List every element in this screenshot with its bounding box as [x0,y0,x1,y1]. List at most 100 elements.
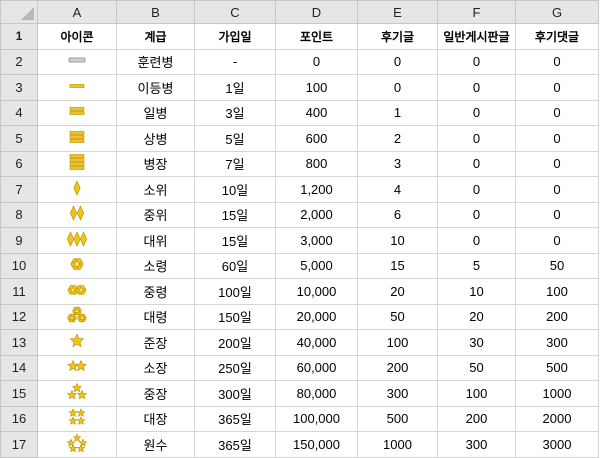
cell-title-review-comments[interactable]: 후기댓글 [515,23,599,50]
row-number[interactable]: 4 [0,99,38,126]
cell-join-days[interactable]: 200일 [194,329,276,356]
cell-rank[interactable]: 상병 [116,125,195,152]
cell-title-general-posts[interactable]: 일반게시판글 [437,23,516,50]
cell-icon[interactable] [37,125,117,152]
cell-review-comments[interactable]: 0 [515,125,599,152]
cell-join-days[interactable]: 3일 [194,99,276,126]
column-header-f[interactable]: F [437,0,516,24]
cell-title-icon[interactable]: 아이콘 [37,23,117,50]
cell-general-posts[interactable]: 300 [437,431,516,458]
cell-general-posts[interactable]: 200 [437,405,516,432]
cell-points[interactable]: 600 [275,125,358,152]
cell-points[interactable]: 40,000 [275,329,358,356]
cell-join-days[interactable]: 250일 [194,354,276,381]
cell-points[interactable]: 100 [275,74,358,101]
cell-icon[interactable] [37,74,117,101]
cell-points[interactable]: 100,000 [275,405,358,432]
cell-review-posts[interactable]: 6 [357,201,438,228]
cell-general-posts[interactable]: 0 [437,125,516,152]
cell-rank[interactable]: 이등병 [116,74,195,101]
cell-review-posts[interactable]: 50 [357,303,438,330]
cell-rank[interactable]: 훈련병 [116,48,195,75]
cell-icon[interactable] [37,99,117,126]
cell-review-comments[interactable]: 0 [515,48,599,75]
cell-icon[interactable] [37,176,117,203]
column-header-b[interactable]: B [116,0,195,24]
cell-join-days[interactable]: - [194,48,276,75]
cell-general-posts[interactable]: 0 [437,201,516,228]
cell-icon[interactable] [37,303,117,330]
cell-review-posts[interactable]: 0 [357,74,438,101]
column-header-a[interactable]: A [37,0,117,24]
column-header-c[interactable]: C [194,0,276,24]
cell-review-posts[interactable]: 200 [357,354,438,381]
cell-points[interactable]: 2,000 [275,201,358,228]
cell-join-days[interactable]: 7일 [194,150,276,177]
cell-icon[interactable] [37,329,117,356]
cell-review-comments[interactable]: 0 [515,74,599,101]
cell-rank[interactable]: 대령 [116,303,195,330]
cell-points[interactable]: 1,200 [275,176,358,203]
cell-join-days[interactable]: 5일 [194,125,276,152]
row-number[interactable]: 5 [0,125,38,152]
cell-points[interactable]: 10,000 [275,278,358,305]
cell-general-posts[interactable]: 100 [437,380,516,407]
cell-rank[interactable]: 대위 [116,227,195,254]
cell-general-posts[interactable]: 0 [437,48,516,75]
cell-rank[interactable]: 대장 [116,405,195,432]
cell-points[interactable]: 150,000 [275,431,358,458]
cell-review-comments[interactable]: 3000 [515,431,599,458]
row-number[interactable]: 7 [0,176,38,203]
cell-join-days[interactable]: 10일 [194,176,276,203]
cell-review-comments[interactable]: 0 [515,99,599,126]
row-number[interactable]: 13 [0,329,38,356]
cell-review-comments[interactable]: 100 [515,278,599,305]
cell-review-comments[interactable]: 0 [515,227,599,254]
row-number[interactable]: 10 [0,252,38,279]
cell-review-comments[interactable]: 2000 [515,405,599,432]
cell-review-posts[interactable]: 10 [357,227,438,254]
cell-join-days[interactable]: 15일 [194,227,276,254]
cell-title-points[interactable]: 포인트 [275,23,358,50]
cell-points[interactable]: 0 [275,48,358,75]
cell-join-days[interactable]: 150일 [194,303,276,330]
cell-review-posts[interactable]: 4 [357,176,438,203]
cell-icon[interactable] [37,380,117,407]
cell-review-comments[interactable]: 1000 [515,380,599,407]
cell-title-review-posts[interactable]: 후기글 [357,23,438,50]
row-number[interactable]: 15 [0,380,38,407]
row-number[interactable]: 14 [0,354,38,381]
cell-review-comments[interactable]: 0 [515,176,599,203]
cell-review-posts[interactable]: 1 [357,99,438,126]
cell-general-posts[interactable]: 0 [437,74,516,101]
cell-general-posts[interactable]: 10 [437,278,516,305]
cell-join-days[interactable]: 60일 [194,252,276,279]
cell-review-posts[interactable]: 300 [357,380,438,407]
row-number[interactable]: 17 [0,431,38,458]
cell-rank[interactable]: 준장 [116,329,195,356]
cell-general-posts[interactable]: 0 [437,150,516,177]
cell-rank[interactable]: 소령 [116,252,195,279]
cell-review-posts[interactable]: 2 [357,125,438,152]
cell-review-posts[interactable]: 15 [357,252,438,279]
cell-rank[interactable]: 소위 [116,176,195,203]
cell-join-days[interactable]: 365일 [194,405,276,432]
row-number[interactable]: 12 [0,303,38,330]
cell-review-comments[interactable]: 200 [515,303,599,330]
cell-general-posts[interactable]: 20 [437,303,516,330]
cell-icon[interactable] [37,48,117,75]
cell-icon[interactable] [37,431,117,458]
row-number[interactable]: 16 [0,405,38,432]
cell-icon[interactable] [37,252,117,279]
cell-rank[interactable]: 중장 [116,380,195,407]
row-number[interactable]: 8 [0,201,38,228]
cell-points[interactable]: 5,000 [275,252,358,279]
cell-review-posts[interactable]: 0 [357,48,438,75]
row-number[interactable]: 11 [0,278,38,305]
cell-rank[interactable]: 원수 [116,431,195,458]
cell-general-posts[interactable]: 50 [437,354,516,381]
cell-icon[interactable] [37,201,117,228]
cell-general-posts[interactable]: 0 [437,176,516,203]
cell-points[interactable]: 60,000 [275,354,358,381]
cell-general-posts[interactable]: 0 [437,99,516,126]
